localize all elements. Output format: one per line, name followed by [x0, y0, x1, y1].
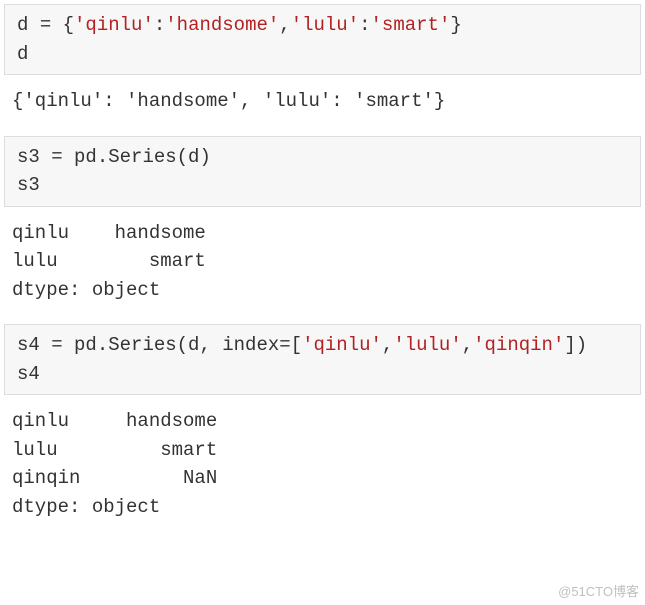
- code-token: ,: [279, 14, 290, 36]
- watermark-text: @51CTO博客: [558, 582, 639, 602]
- string-literal: 'lulu': [393, 334, 461, 356]
- op-equals: =: [51, 146, 62, 168]
- op-equals: =: [51, 334, 62, 356]
- code-cell-2: s3 = pd.Series(d) s3: [4, 136, 641, 207]
- string-literal: 'qinqin': [473, 334, 564, 356]
- code-token: pd.Series(d, index: [63, 334, 280, 356]
- output-cell-3: qinlu handsome lulu smart qinqin NaN dty…: [0, 403, 645, 537]
- code-token: }: [450, 14, 461, 36]
- string-literal: 'lulu': [291, 14, 359, 36]
- code-token: ,: [462, 334, 473, 356]
- code-token: [: [291, 334, 302, 356]
- code-token: ,: [382, 334, 393, 356]
- output-cell-1: {'qinlu': 'handsome', 'lulu': 'smart'}: [0, 83, 645, 132]
- string-literal: 'smart': [371, 14, 451, 36]
- output-cell-2: qinlu handsome lulu smart dtype: object: [0, 215, 645, 321]
- code-token: s3: [17, 146, 51, 168]
- code-token: :: [154, 14, 165, 36]
- code-token: d: [17, 14, 40, 36]
- code-line: s3: [17, 174, 40, 196]
- op-equals: =: [40, 14, 51, 36]
- code-cell-3: s4 = pd.Series(d, index=['qinlu','lulu',…: [4, 324, 641, 395]
- code-line: s4: [17, 363, 40, 385]
- code-token: {: [51, 14, 74, 36]
- string-literal: 'qinlu': [302, 334, 382, 356]
- op-equals: =: [279, 334, 290, 356]
- code-token: ]): [564, 334, 587, 356]
- string-literal: 'qinlu': [74, 14, 154, 36]
- code-cell-1: d = {'qinlu':'handsome','lulu':'smart'} …: [4, 4, 641, 75]
- code-token: s4: [17, 334, 51, 356]
- code-token: :: [359, 14, 370, 36]
- code-token: pd.Series(d): [63, 146, 211, 168]
- string-literal: 'handsome': [165, 14, 279, 36]
- code-line: d: [17, 43, 28, 65]
